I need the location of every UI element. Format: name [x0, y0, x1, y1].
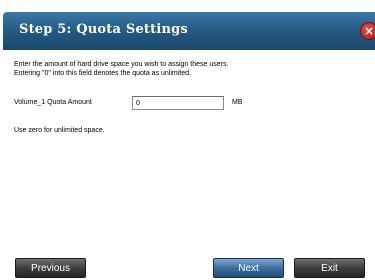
description-line-1: Enter the amount of hard drive space you… — [14, 61, 229, 68]
quota-amount-input[interactable] — [132, 96, 224, 110]
quota-amount-label: Volume_1 Quota Amount — [14, 99, 92, 106]
quota-unit-label: MB — [232, 99, 243, 106]
previous-button[interactable]: Previous — [15, 258, 86, 278]
quota-settings-wizard: Step 5: Quota Settings × Enter the amoun… — [0, 0, 375, 280]
close-icon[interactable]: × — [360, 22, 375, 40]
description-line-2: Entering "0" into this field denotes the… — [14, 70, 191, 77]
exit-button[interactable]: Exit — [294, 258, 365, 278]
wizard-title: Step 5: Quota Settings — [19, 22, 188, 37]
wizard-header: Step 5: Quota Settings — [3, 12, 375, 50]
wizard-body: Enter the amount of hard drive space you… — [14, 60, 364, 134]
quota-amount-row: Volume_1 Quota Amount MB — [14, 96, 364, 110]
next-button[interactable]: Next — [213, 258, 284, 278]
unlimited-hint: Use zero for unlimited space. — [14, 127, 105, 134]
